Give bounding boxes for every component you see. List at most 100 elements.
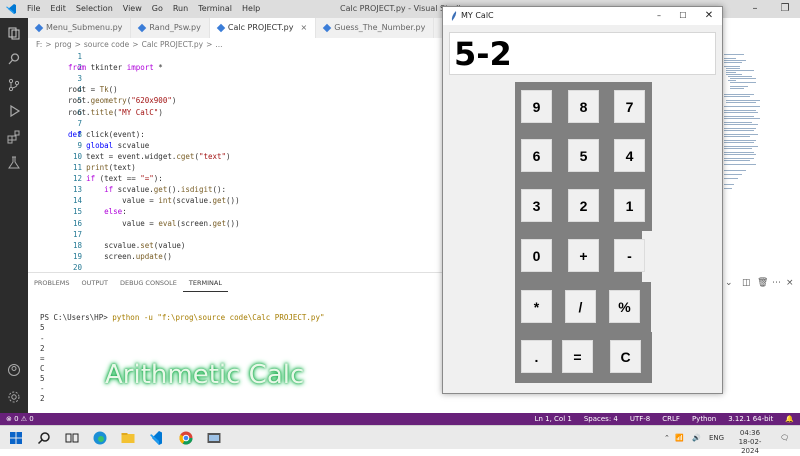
tab-guess-the-number[interactable]: Guess_The_Number.py bbox=[316, 18, 435, 38]
code-line[interactable]: print(text) bbox=[68, 163, 136, 172]
code-line[interactable]: root.geometry("620x900") bbox=[68, 96, 176, 105]
code-line[interactable]: root = Tk() bbox=[68, 85, 118, 94]
problems-count[interactable]: ⊗ 0 ⚠ 0 bbox=[0, 415, 40, 423]
tab-debug-console[interactable]: DEBUG CONSOLE bbox=[114, 273, 183, 292]
vscode-taskbar-icon[interactable] bbox=[148, 430, 164, 446]
code-line[interactable]: from tkinter import * bbox=[68, 63, 163, 72]
key-6[interactable]: 6 bbox=[521, 139, 552, 172]
code-line[interactable]: scvalue.set(value) bbox=[68, 241, 185, 250]
split-terminal-icon[interactable]: ◫ bbox=[742, 278, 751, 288]
search-icon[interactable] bbox=[36, 430, 52, 446]
menu-go[interactable]: Go bbox=[147, 0, 168, 18]
code-editor[interactable]: 1 2 from tkinter import * 3 4 root = Tk() 5 roo… bbox=[28, 52, 442, 272]
tab-terminal[interactable]: TERMINAL bbox=[182, 273, 228, 292]
line-number: 7 bbox=[77, 118, 82, 128]
key-8[interactable]: 8 bbox=[568, 90, 599, 123]
breadcrumb-file[interactable]: Calc PROJECT.py bbox=[142, 38, 204, 52]
minimap[interactable] bbox=[722, 52, 774, 212]
breadcrumb-ellipsis[interactable]: ... bbox=[215, 38, 222, 52]
breadcrumb-drive[interactable]: F: bbox=[36, 38, 42, 52]
explorer-icon[interactable] bbox=[7, 26, 21, 40]
menu-file[interactable]: File bbox=[22, 0, 45, 18]
key-4[interactable]: 4 bbox=[614, 139, 645, 172]
close-panel-icon[interactable]: × bbox=[786, 278, 794, 288]
menu-run[interactable]: Run bbox=[168, 0, 193, 18]
search-icon[interactable] bbox=[7, 52, 21, 66]
menu-help[interactable]: Help bbox=[237, 0, 265, 18]
tab-problems[interactable]: PROBLEMS bbox=[28, 273, 75, 292]
key-1[interactable]: 1 bbox=[614, 189, 645, 222]
settings-gear-icon[interactable] bbox=[7, 390, 21, 404]
key-clear[interactable]: C bbox=[610, 340, 641, 373]
indentation[interactable]: Spaces: 4 bbox=[578, 415, 624, 423]
chrome-browser-icon[interactable] bbox=[178, 430, 194, 446]
vscode-minimize-button[interactable]: – bbox=[740, 0, 770, 18]
vscode-restore-button[interactable]: ❐ bbox=[770, 0, 800, 18]
key-equals[interactable]: = bbox=[562, 340, 593, 373]
more-actions-icon[interactable]: ⋯ bbox=[772, 278, 781, 288]
terminal-dropdown-icon[interactable]: ⌄ bbox=[725, 278, 733, 288]
testing-icon[interactable] bbox=[7, 156, 21, 170]
network-icon[interactable]: 📶 bbox=[675, 426, 684, 450]
tab-output[interactable]: OUTPUT bbox=[75, 273, 114, 292]
calc-maximize-button[interactable]: ☐ bbox=[673, 7, 693, 25]
code-line[interactable]: value = int(scvalue.get()) bbox=[68, 196, 239, 205]
input-language[interactable]: ENG bbox=[709, 426, 724, 450]
calc-minimize-button[interactable]: – bbox=[649, 7, 669, 25]
trash-icon[interactable]: 🗑 bbox=[757, 278, 768, 288]
breadcrumb-prog[interactable]: prog bbox=[55, 38, 72, 52]
code-line[interactable]: value = eval(screen.get()) bbox=[68, 219, 239, 228]
code-line[interactable]: def click(event): bbox=[68, 130, 145, 139]
show-hidden-icons-icon[interactable]: ⌃ bbox=[664, 426, 670, 450]
code-line[interactable]: global scvalue bbox=[68, 141, 149, 150]
tab-menu-submenu[interactable]: Menu_Submenu.py bbox=[28, 18, 132, 38]
code-line[interactable]: text = event.widget.cget("text") bbox=[68, 152, 231, 161]
code-line[interactable]: root.title("MY CalC") bbox=[68, 108, 163, 117]
close-tab-icon[interactable]: × bbox=[300, 18, 307, 38]
menu-edit[interactable]: Edit bbox=[45, 0, 71, 18]
line-ending[interactable]: CRLF bbox=[656, 415, 686, 423]
calc-close-button[interactable]: ✕ bbox=[699, 7, 719, 25]
key-3[interactable]: 3 bbox=[521, 189, 552, 222]
key-plus[interactable]: + bbox=[568, 239, 599, 272]
task-view-icon[interactable] bbox=[64, 430, 80, 446]
cursor-position[interactable]: Ln 1, Col 1 bbox=[529, 415, 578, 423]
breadcrumb-source-code[interactable]: source code bbox=[84, 38, 129, 52]
file-explorer-icon[interactable] bbox=[120, 430, 136, 446]
key-minus[interactable]: - bbox=[614, 239, 645, 272]
menu-view[interactable]: View bbox=[118, 0, 147, 18]
language-mode[interactable]: Python bbox=[686, 415, 722, 423]
key-2[interactable]: 2 bbox=[568, 189, 599, 222]
key-0[interactable]: 0 bbox=[521, 239, 552, 272]
calculator-display[interactable]: 5-2 bbox=[449, 32, 716, 75]
volume-icon[interactable]: 🔊 bbox=[692, 426, 701, 450]
edge-browser-icon[interactable] bbox=[92, 430, 108, 446]
clock[interactable]: 04:36 18-02-2024 bbox=[732, 429, 768, 456]
tab-calc-project[interactable]: Calc PROJECT.py × bbox=[209, 18, 317, 38]
notification-center-icon[interactable]: 🗨 bbox=[780, 426, 789, 450]
notifications-icon[interactable]: 🔔 bbox=[779, 415, 800, 423]
windows-start-icon[interactable] bbox=[8, 430, 24, 446]
python-tk-app-icon[interactable] bbox=[206, 430, 222, 446]
key-7[interactable]: 7 bbox=[614, 90, 645, 123]
source-control-icon[interactable] bbox=[7, 78, 21, 92]
activity-bar bbox=[0, 18, 28, 413]
code-line[interactable]: if (text == "="): bbox=[68, 174, 163, 183]
tab-rand-psw[interactable]: Rand_Psw.py bbox=[131, 18, 210, 38]
key-decimal[interactable]: . bbox=[521, 340, 552, 373]
key-multiply[interactable]: * bbox=[521, 290, 552, 323]
account-icon[interactable] bbox=[7, 363, 21, 377]
menu-selection[interactable]: Selection bbox=[71, 0, 118, 18]
key-9[interactable]: 9 bbox=[521, 90, 552, 123]
code-line[interactable]: else: bbox=[68, 207, 127, 216]
key-percent[interactable]: % bbox=[609, 290, 640, 323]
key-5[interactable]: 5 bbox=[568, 139, 599, 172]
encoding[interactable]: UTF-8 bbox=[624, 415, 656, 423]
code-line[interactable]: screen.update() bbox=[68, 252, 172, 261]
key-divide[interactable]: / bbox=[565, 290, 596, 323]
code-line[interactable]: if scvalue.get().isdigit(): bbox=[68, 185, 226, 194]
python-version[interactable]: 3.12.1 64-bit bbox=[722, 415, 779, 423]
extensions-icon[interactable] bbox=[7, 130, 21, 144]
menu-terminal[interactable]: Terminal bbox=[193, 0, 237, 18]
run-debug-icon[interactable] bbox=[7, 104, 21, 118]
